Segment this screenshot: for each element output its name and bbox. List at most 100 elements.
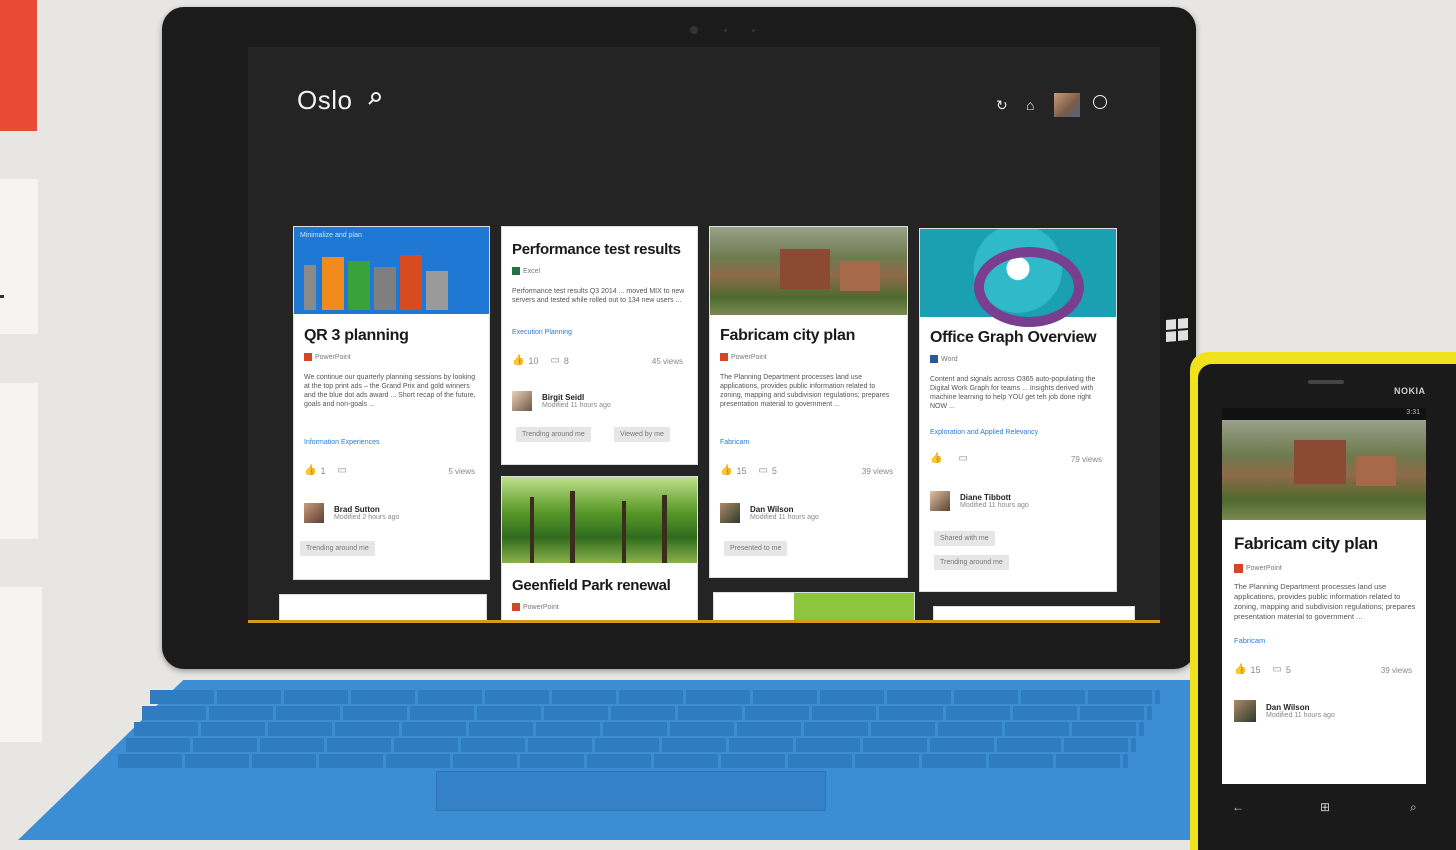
card-thumbnail (710, 227, 907, 315)
like-count: 15 (736, 465, 747, 476)
like-icon[interactable]: 👍 (512, 355, 524, 366)
person-name[interactable]: Brad Sutton (334, 505, 399, 514)
key-row (118, 754, 1128, 768)
back-icon[interactable]: ← (1232, 800, 1244, 814)
search-icon[interactable] (368, 91, 382, 105)
comment-icon[interactable]: ▭ (958, 453, 967, 464)
card-tag[interactable]: Fabricam (1234, 636, 1265, 645)
card-description: Content and signals across O365 auto-pop… (930, 376, 1096, 410)
card-tag[interactable]: Fabricam (720, 439, 749, 446)
reason-chip[interactable]: Trending around me (516, 427, 591, 442)
card-thumbnail (502, 477, 697, 563)
reason-chip[interactable]: Trending around me (934, 555, 1009, 570)
accent-block (0, 0, 37, 131)
app-title: Oslo (297, 85, 353, 115)
tree-trunk (622, 501, 626, 563)
reason-chip[interactable]: Shared with me (934, 531, 995, 546)
card[interactable]: Office Graph Overview Word Content and s… (920, 229, 1116, 591)
key-row (150, 690, 1160, 704)
card-title[interactable]: Fabricam city plan (1234, 534, 1378, 554)
tree-trunk (530, 497, 534, 563)
avatar[interactable] (304, 503, 324, 523)
smiley-icon[interactable] (1093, 95, 1107, 109)
phone-screen: 3:31 Fabricam city plan PowerPoint The P… (1222, 408, 1426, 784)
reason-chip[interactable]: Trending around me (300, 541, 375, 556)
chart-bar (400, 255, 422, 310)
card[interactable]: Performance test results Excel Performan… (502, 227, 697, 464)
trackpad[interactable] (436, 771, 826, 811)
like-icon[interactable]: 👍 (304, 465, 316, 476)
modified-time: Modified 11 hours ago (750, 514, 819, 521)
tree-trunk (662, 495, 667, 563)
card[interactable]: Geenfield Park renewal PowerPoint (502, 477, 697, 623)
avatar[interactable] (720, 503, 740, 523)
chart-bar (374, 267, 396, 310)
card-person: Dan Wilson Modified 11 hours ago (1234, 700, 1335, 722)
card[interactable]: Minimalize and plan QR 3 planning PowerP… (294, 227, 489, 579)
avatar[interactable] (1234, 700, 1256, 722)
app-name: PowerPoint (523, 603, 559, 611)
comment-icon[interactable]: ▭ (337, 465, 346, 476)
person-name[interactable]: Dan Wilson (1266, 703, 1335, 712)
card-title[interactable]: Fabricam city plan (720, 327, 855, 345)
card-person: Diane Tibbott Modified 11 hours ago (930, 491, 1029, 511)
card-tag[interactable]: Information Experiences (304, 439, 379, 446)
card-title[interactable]: Office Graph Overview (930, 329, 1097, 347)
modified-time: Modified 11 hours ago (1266, 712, 1335, 719)
side-panel (0, 383, 38, 539)
app-name: PowerPoint (731, 353, 767, 361)
avatar[interactable] (1054, 93, 1080, 117)
like-icon[interactable]: 👍 (720, 465, 732, 476)
card-title[interactable]: QR 3 planning (304, 327, 409, 345)
search-icon[interactable]: ⌕ (1410, 800, 1417, 815)
view-count: 5 views (448, 467, 475, 476)
app-label: Excel (512, 267, 540, 275)
card[interactable] (280, 595, 486, 623)
card-tag[interactable]: Execution Planning (512, 329, 572, 336)
app-label: PowerPoint (720, 353, 767, 361)
building (840, 261, 880, 291)
phone-brand: NOKIA (1394, 386, 1426, 396)
card-stats: 👍 1 ▭ (304, 465, 351, 476)
phone-body: NOKIA 3:31 Fabricam city plan PowerPoint… (1198, 364, 1456, 850)
card-thumbnail: Minimalize and plan (294, 227, 489, 314)
reason-chip[interactable]: Viewed by me (614, 427, 670, 442)
like-icon[interactable]: 👍 (1234, 664, 1246, 675)
chart-bar (304, 265, 316, 310)
windows-icon[interactable] (1166, 318, 1188, 342)
app-name: PowerPoint (1246, 565, 1282, 572)
card-title[interactable]: Performance test results (512, 241, 681, 258)
app-label: PowerPoint (512, 603, 559, 611)
refresh-icon[interactable]: ↻ (996, 97, 1008, 114)
card[interactable] (714, 593, 914, 623)
comment-icon[interactable]: ▭ (550, 355, 559, 366)
person-name[interactable]: Dan Wilson (750, 505, 819, 514)
powerpoint-icon (512, 603, 520, 611)
app-name: Excel (523, 267, 541, 275)
comment-icon[interactable]: ▭ (758, 465, 767, 476)
person-name[interactable]: Birgit Seidl (542, 393, 611, 402)
windows-icon[interactable]: ⊞ (1320, 800, 1330, 814)
card-tag[interactable]: Exploration and Applied Relevancy (930, 429, 1038, 436)
side-panel (0, 587, 42, 742)
thumbnail-title: Minimalize and plan (300, 232, 362, 239)
comment-icon[interactable]: ▭ (1272, 664, 1281, 675)
card-stats: 👍 10 ▭ 8 (512, 355, 569, 366)
card-title[interactable]: Geenfield Park renewal (512, 577, 671, 594)
modified-time: Modified 2 hours ago (334, 514, 400, 521)
like-icon[interactable]: 👍 (930, 453, 942, 464)
avatar[interactable] (930, 491, 950, 511)
card-stats: 👍 15 ▭ 5 (1234, 664, 1291, 675)
reason-chip[interactable]: Presented to me (724, 541, 788, 556)
app-label: PowerPoint (1234, 564, 1282, 573)
like-count: 1 (320, 465, 326, 476)
home-icon[interactable]: ⌂ (1026, 97, 1034, 113)
avatar[interactable] (512, 391, 532, 411)
card[interactable]: Fabricam city plan PowerPoint The Planni… (710, 227, 907, 577)
view-count: 39 views (861, 467, 893, 476)
person-name[interactable]: Diane Tibbott (960, 493, 1029, 502)
status-bar: 3:31 (1222, 408, 1426, 420)
building (780, 249, 830, 289)
card-description: We continue our quarterly planning sessi… (304, 374, 476, 408)
app-name: PowerPoint (315, 353, 351, 361)
